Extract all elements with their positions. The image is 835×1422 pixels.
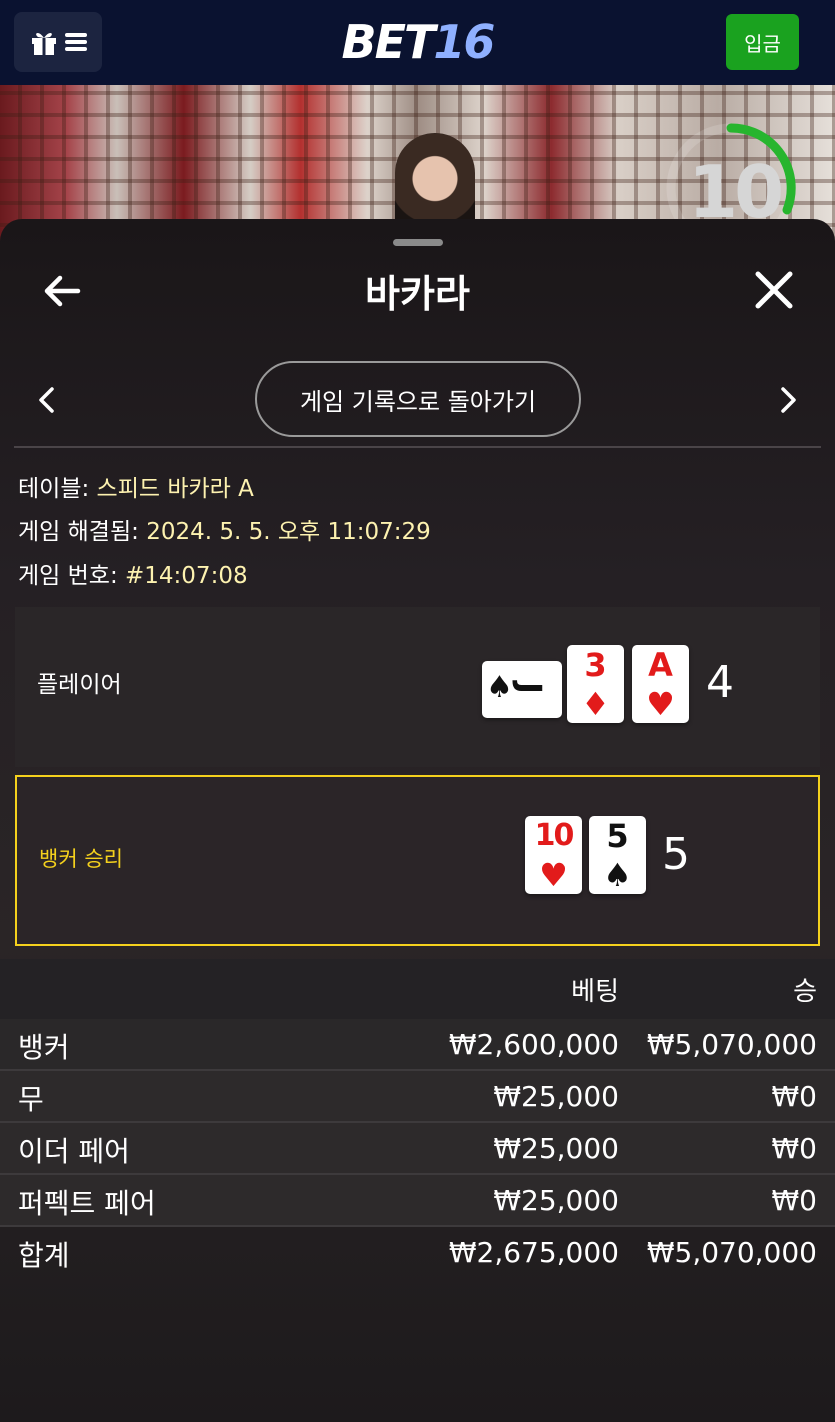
table-header: 베팅 승	[0, 959, 835, 1019]
resolved-info-label: 게임 해결됨:	[18, 519, 139, 545]
page-title: 바카라	[365, 272, 470, 316]
game-number-info: 게임 번호: #14:07:08	[18, 556, 248, 590]
resolved-info: 게임 해결됨: 2024. 5. 5. 오후 11:07:29	[18, 512, 431, 546]
win-amount: ₩0	[771, 1184, 818, 1217]
logo-text-bet: BET	[341, 15, 436, 69]
banker-card-2-rank: 5	[606, 817, 629, 855]
table-row: 뱅커 ₩2,600,000 ₩5,070,000	[0, 1019, 835, 1071]
bet-amount: ₩2,600,000	[448, 1028, 619, 1061]
banker-score: 5	[662, 829, 690, 880]
banker-card-1-rank: 10	[534, 818, 575, 853]
logo-text-16: 16	[433, 15, 495, 69]
win-amount: ₩5,070,000	[646, 1028, 817, 1061]
total-bet: ₩2,675,000	[448, 1236, 619, 1269]
player-hand: 플레이어 ♠ J 3 ♦ A ♥ 4	[15, 607, 820, 767]
total-win: ₩5,070,000	[646, 1236, 817, 1269]
table-row: 이더 페어 ₩25,000 ₩0	[0, 1123, 835, 1175]
player-card-1-suit: ♠	[486, 670, 513, 705]
chevron-right-icon[interactable]	[773, 383, 803, 417]
table-row: 퍼펙트 페어 ₩25,000 ₩0	[0, 1175, 835, 1227]
game-number-value: #14:07:08	[125, 563, 248, 589]
player-label: 플레이어	[37, 672, 122, 698]
player-card-2-suit: ♦	[581, 685, 610, 723]
close-icon[interactable]	[753, 269, 795, 311]
bet16-logo[interactable]: BET16	[0, 14, 835, 70]
resolved-info-value: 2024. 5. 5. 오후 11:07:29	[146, 519, 431, 545]
divider	[14, 446, 821, 448]
game-detail-sheet: 바카라 게임 기록으로 돌아가기 테이블: 스피드 바카라 A 게임 해결됨: …	[0, 219, 835, 1422]
bet-amount: ₩25,000	[493, 1080, 619, 1113]
banker-card-2-suit: ♠	[603, 856, 632, 894]
bet-name: 퍼펙트 페어	[18, 1187, 156, 1220]
win-amount: ₩0	[771, 1132, 818, 1165]
header-win: 승	[793, 977, 817, 1007]
win-amount: ₩0	[771, 1080, 818, 1113]
banker-card-1-suit: ♥	[539, 856, 568, 894]
player-score: 4	[706, 657, 734, 708]
table-info-label: 테이블:	[18, 476, 90, 502]
player-card-2: 3 ♦	[567, 645, 624, 723]
table-row: 무 ₩25,000 ₩0	[0, 1071, 835, 1123]
player-card-1-rank: J	[510, 682, 549, 694]
bet-name: 뱅커	[18, 1031, 70, 1064]
banker-hand: 뱅커 승리 10 ♥ 5 ♠ 5	[15, 775, 820, 946]
player-card-1: ♠ J	[482, 661, 562, 718]
player-card-3: A ♥	[632, 645, 689, 723]
player-card-3-rank: A	[648, 646, 673, 684]
banker-card-2: 5 ♠	[589, 816, 646, 894]
game-number-label: 게임 번호:	[18, 563, 118, 589]
banker-win-label: 뱅커 승리	[39, 847, 123, 871]
total-row: 합계 ₩2,675,000 ₩5,070,000	[0, 1227, 835, 1283]
bets-table: 베팅 승 뱅커 ₩2,600,000 ₩5,070,000 무 ₩25,000 …	[0, 959, 835, 1283]
header-bet: 베팅	[571, 977, 619, 1007]
banker-card-1: 10 ♥	[525, 816, 582, 894]
player-card-2-rank: 3	[584, 646, 607, 684]
bet-name: 무	[18, 1083, 44, 1116]
bet-amount: ₩25,000	[493, 1132, 619, 1165]
top-bar: BET16 입금	[0, 0, 835, 85]
total-label: 합계	[18, 1239, 70, 1272]
player-card-3-suit: ♥	[646, 685, 675, 723]
table-info-value: 스피드 바카라 A	[96, 476, 254, 502]
bet-name: 이더 페어	[18, 1135, 130, 1168]
chevron-left-icon[interactable]	[32, 383, 62, 417]
deposit-button[interactable]: 입금	[726, 14, 799, 70]
bet-amount: ₩25,000	[493, 1184, 619, 1217]
back-to-history-button[interactable]: 게임 기록으로 돌아가기	[255, 361, 581, 437]
table-info: 테이블: 스피드 바카라 A	[18, 469, 254, 503]
drag-handle[interactable]	[393, 239, 443, 246]
